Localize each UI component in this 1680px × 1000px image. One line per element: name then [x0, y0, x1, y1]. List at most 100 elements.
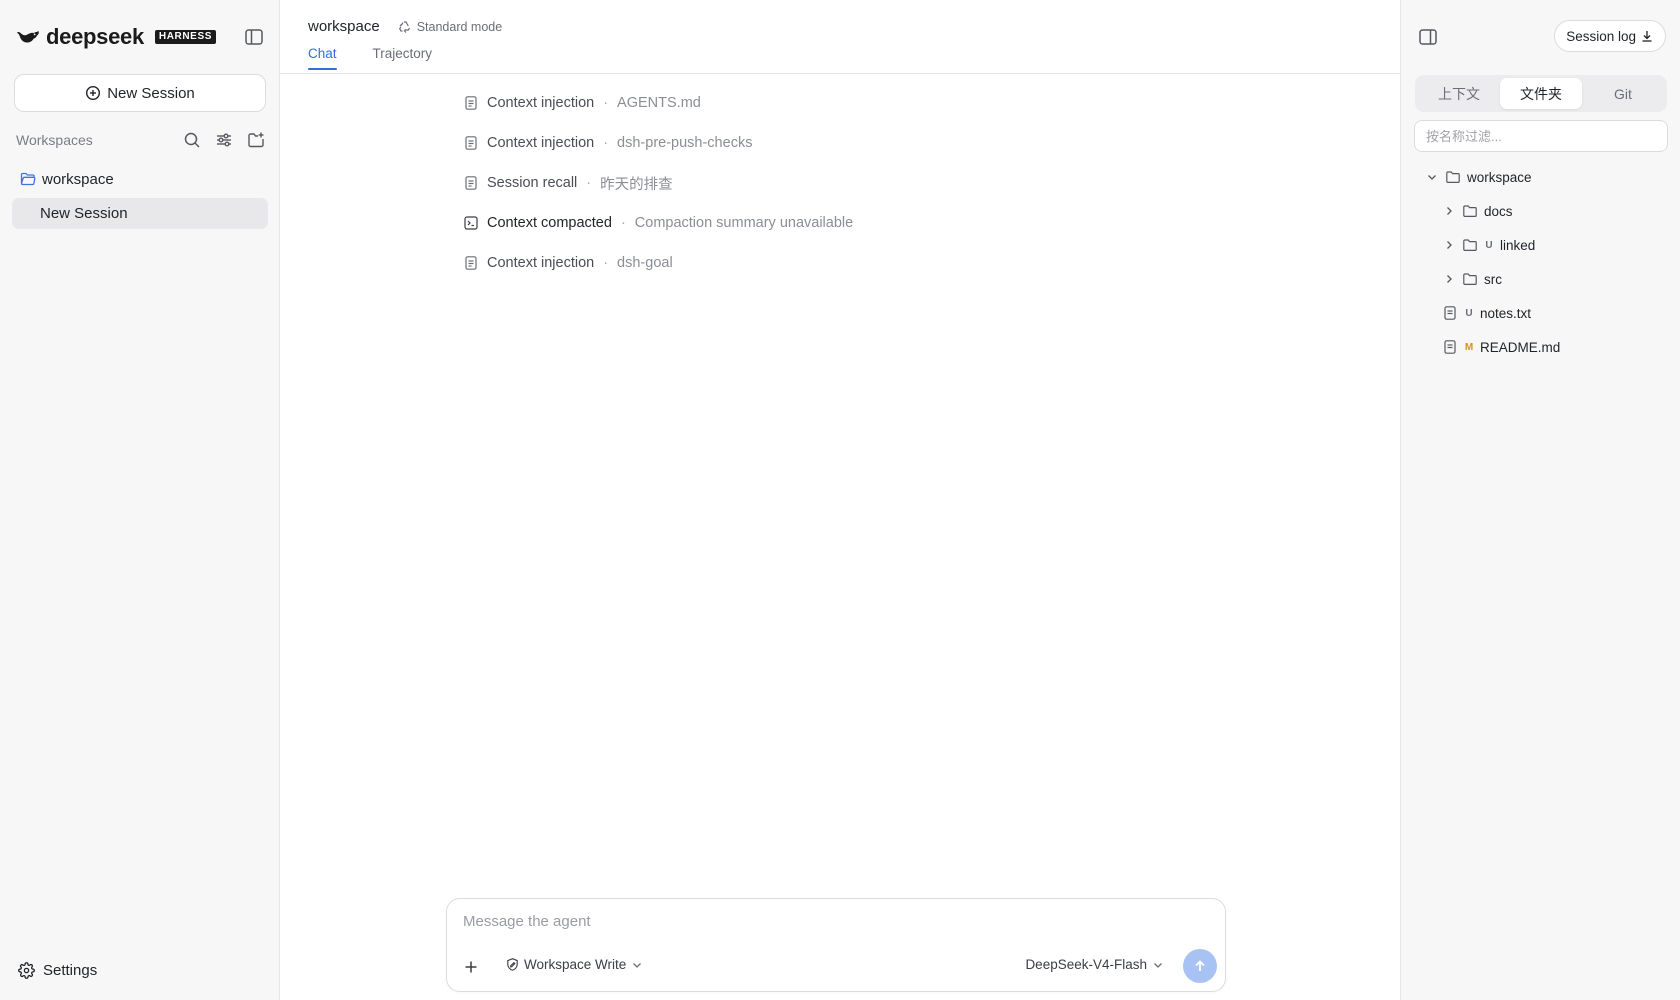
- git-status-badge: M: [1464, 341, 1474, 353]
- event-detail: dsh-goal: [617, 255, 673, 271]
- model-select[interactable]: DeepSeek-V4-Flash: [1025, 957, 1165, 972]
- tab-chat[interactable]: Chat: [308, 46, 337, 70]
- chevron-down-icon: [630, 958, 644, 972]
- whale-logo-icon: [16, 25, 40, 49]
- event-separator: ·: [586, 175, 592, 191]
- tree-label: docs: [1484, 203, 1513, 219]
- search-icon[interactable]: [182, 130, 202, 150]
- tree-item-docs[interactable]: docs: [1442, 200, 1513, 222]
- event-type: Context injection: [487, 95, 595, 111]
- tree-label: linked: [1500, 237, 1536, 253]
- document-icon: [463, 135, 479, 151]
- event-detail: Compaction summary unavailable: [634, 215, 854, 231]
- tab-context[interactable]: 上下文: [1418, 78, 1500, 109]
- file-icon: [1442, 305, 1458, 321]
- event-separator: ·: [603, 255, 609, 271]
- tree-item-notes[interactable]: U notes.txt: [1442, 302, 1531, 324]
- document-icon: [463, 175, 479, 191]
- folder-icon: [1462, 203, 1478, 219]
- recycle-icon: [398, 20, 412, 34]
- main-area: workspace Standard mode Chat Trajectory: [280, 0, 1400, 1000]
- tree-label: README.md: [1480, 339, 1561, 355]
- event-type: Context injection: [487, 135, 595, 151]
- event-detail: AGENTS.md: [617, 95, 701, 111]
- settings-button[interactable]: Settings: [18, 962, 97, 979]
- event-item[interactable]: Context injection · dsh-goal: [463, 252, 853, 274]
- shield-edit-icon: [505, 957, 520, 972]
- message-composer: Workspace Write DeepSeek-V4-Flash: [446, 898, 1226, 992]
- event-type: Context injection: [487, 255, 595, 271]
- folder-icon: [1445, 169, 1461, 185]
- header-divider: [280, 73, 1400, 74]
- page-header: workspace Standard mode: [308, 18, 502, 35]
- gear-icon: [18, 962, 35, 979]
- folder-icon: [1462, 237, 1478, 253]
- plus-icon: [463, 959, 479, 975]
- document-icon: [463, 95, 479, 111]
- sidebar-item-new-session[interactable]: New Session: [12, 198, 268, 229]
- document-icon: [463, 255, 479, 271]
- tree-label: workspace: [1467, 169, 1532, 185]
- session-log-button[interactable]: Session log: [1554, 20, 1666, 52]
- tree-item-readme[interactable]: M README.md: [1442, 336, 1560, 358]
- chevron-right-icon: [1442, 272, 1456, 286]
- filter-sliders-icon[interactable]: [214, 130, 234, 150]
- arrow-up-icon: [1192, 958, 1208, 974]
- event-separator: ·: [620, 215, 626, 231]
- download-icon: [1640, 29, 1654, 43]
- send-button[interactable]: [1183, 949, 1217, 983]
- mode-label: Standard mode: [416, 19, 503, 34]
- add-folder-icon[interactable]: [246, 130, 266, 150]
- tree-label: notes.txt: [1480, 305, 1532, 321]
- mode-badge[interactable]: Standard mode: [398, 20, 502, 34]
- brand[interactable]: deepseek HARNESS: [16, 24, 216, 50]
- left-sidebar: deepseek HARNESS New Session Workspaces: [0, 0, 280, 1000]
- chevron-right-icon: [1442, 204, 1456, 218]
- event-list: Context injection · AGENTS.md Context in…: [463, 92, 853, 292]
- folder-icon: [1462, 271, 1478, 287]
- event-separator: ·: [603, 135, 609, 151]
- tree-label: src: [1484, 271, 1502, 287]
- event-detail: 昨天的排查: [600, 176, 673, 193]
- tab-folder[interactable]: 文件夹: [1500, 78, 1582, 109]
- chevron-right-icon: [1442, 238, 1456, 252]
- event-separator: ·: [603, 95, 609, 111]
- event-item[interactable]: Session recall · 昨天的排查: [463, 172, 853, 194]
- event-item[interactable]: Context injection · AGENTS.md: [463, 92, 853, 114]
- tree-item-linked[interactable]: U linked: [1442, 234, 1535, 256]
- new-session-button[interactable]: New Session: [14, 74, 266, 112]
- workspaces-label: Workspaces: [16, 132, 93, 148]
- tree-root-workspace[interactable]: workspace: [1425, 166, 1532, 188]
- session-label: New Session: [40, 205, 128, 222]
- session-log-label: Session log: [1566, 28, 1636, 44]
- message-input[interactable]: [463, 913, 1203, 930]
- brand-badge: HARNESS: [154, 30, 216, 44]
- event-item[interactable]: Context injection · dsh-pre-push-checks: [463, 132, 853, 154]
- file-filter-input[interactable]: [1414, 120, 1668, 152]
- event-type: Context compacted: [487, 215, 612, 231]
- event-type: Session recall: [487, 175, 578, 191]
- chevron-down-icon: [1425, 170, 1439, 184]
- event-item[interactable]: Context compacted · Compaction summary u…: [463, 212, 853, 234]
- tab-trajectory[interactable]: Trajectory: [373, 46, 433, 69]
- new-session-label: New Session: [107, 84, 195, 102]
- chevron-down-icon: [1151, 958, 1165, 972]
- sidebar-item-workspace[interactable]: workspace: [20, 168, 114, 190]
- file-icon: [1442, 339, 1458, 355]
- workspaces-header: Workspaces: [16, 128, 266, 152]
- permission-label: Workspace Write: [524, 957, 627, 972]
- add-attachment-button[interactable]: [457, 953, 485, 981]
- page-title: workspace: [308, 18, 380, 35]
- sidebar-toggle-icon[interactable]: [243, 26, 265, 48]
- permission-select[interactable]: Workspace Write: [505, 957, 644, 972]
- workspace-label: workspace: [42, 170, 114, 188]
- git-status-badge: U: [1465, 307, 1473, 319]
- event-detail: dsh-pre-push-checks: [617, 135, 753, 151]
- panel-tabs: 上下文 文件夹 Git: [1415, 75, 1667, 112]
- folder-open-icon: [20, 171, 36, 187]
- tab-git[interactable]: Git: [1582, 78, 1664, 109]
- panel-toggle-icon[interactable]: [1417, 26, 1439, 48]
- git-status-badge: U: [1485, 239, 1493, 251]
- tree-item-src[interactable]: src: [1442, 268, 1502, 290]
- right-panel: Session log 上下文 文件夹 Git workspace: [1400, 0, 1680, 1000]
